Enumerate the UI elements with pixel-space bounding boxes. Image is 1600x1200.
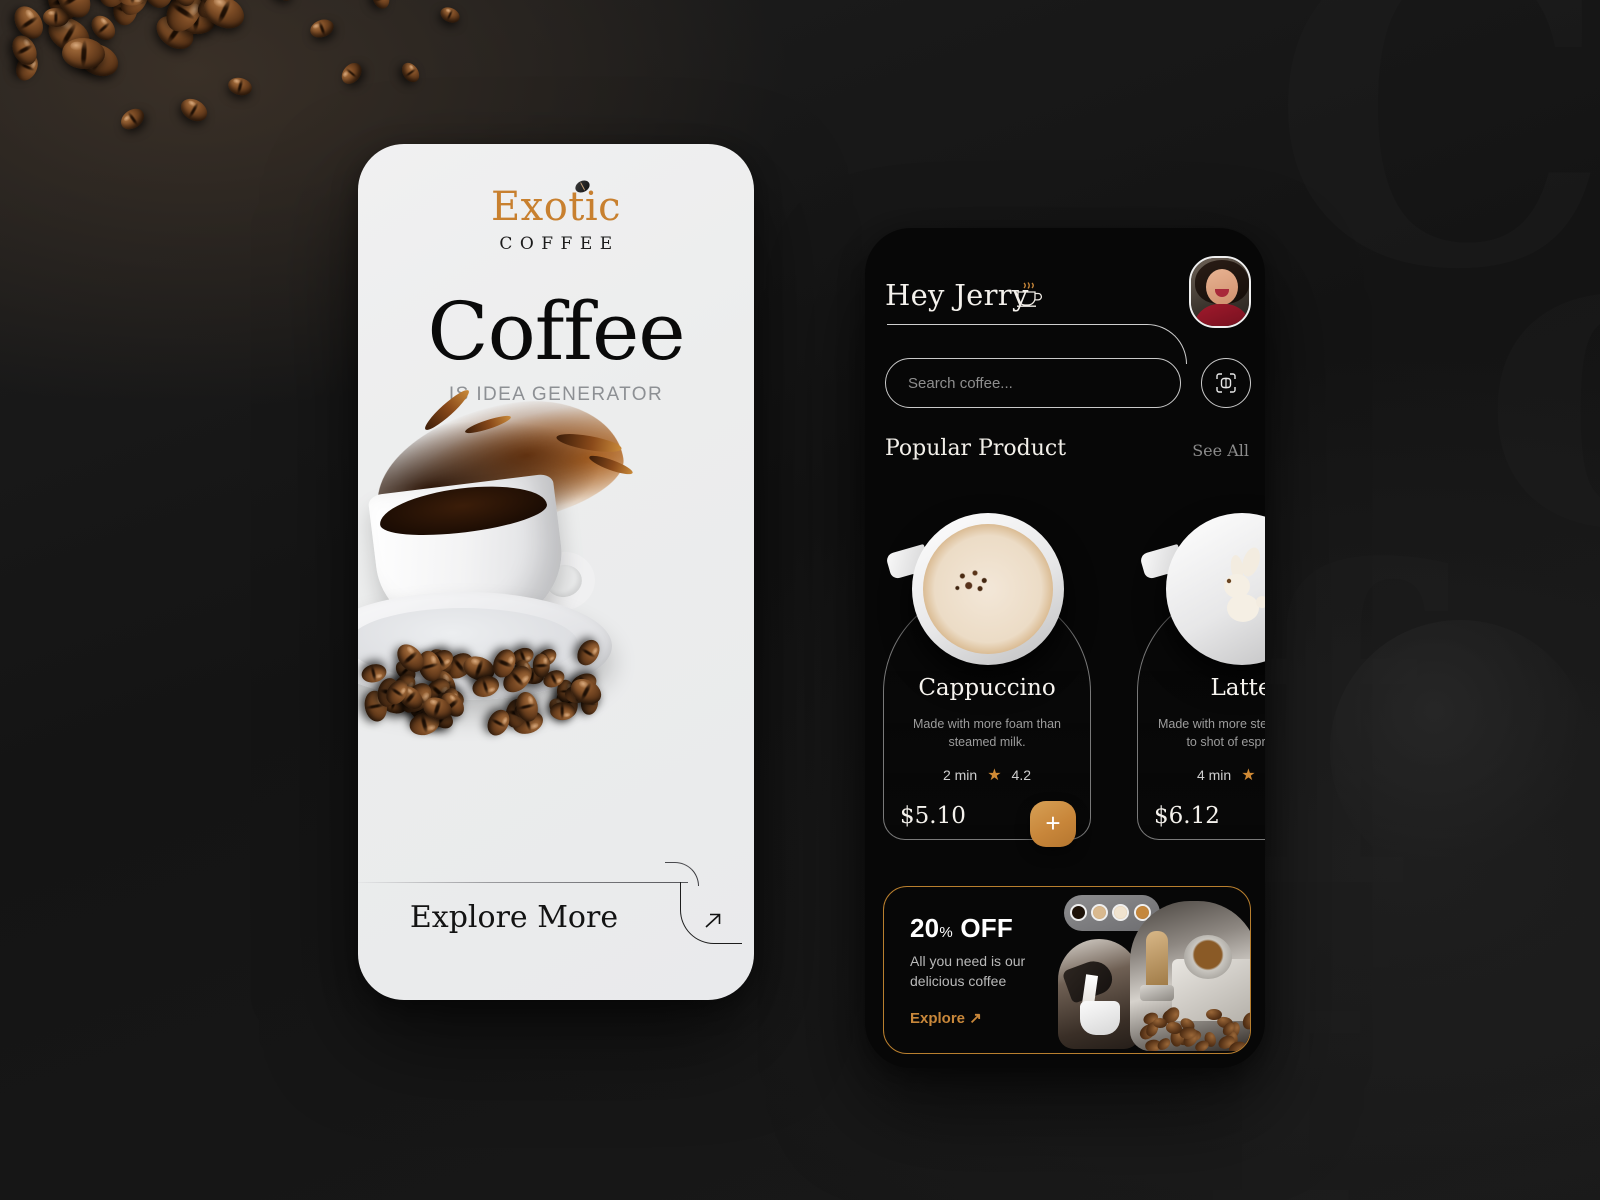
- scan-icon: [1214, 371, 1238, 395]
- search-input[interactable]: [908, 375, 1158, 392]
- search-field[interactable]: [885, 358, 1181, 408]
- product-name: Cappuccino: [884, 675, 1090, 701]
- portafilter: [1184, 935, 1232, 979]
- product-meta: 2 min ★ 4.2: [884, 765, 1090, 785]
- scattered-beans: [1138, 1003, 1251, 1049]
- product-price: $6.12: [1154, 803, 1220, 829]
- product-description: Made with more steamed milk to shot of e…: [1154, 715, 1265, 751]
- prep-time: 4 min: [1197, 767, 1231, 783]
- cup-foam: [923, 524, 1053, 654]
- promo-explore-link[interactable]: Explore ↗: [910, 1009, 982, 1027]
- bean-pile: [358, 614, 618, 734]
- product-name: Latte: [1138, 675, 1265, 701]
- coffee-bean: [177, 94, 211, 125]
- brand-logo: Exotic COFFEE: [358, 184, 754, 254]
- rating-value: 4.2: [1012, 767, 1031, 783]
- tamper: [1146, 931, 1168, 989]
- explore-more-label: Explore More: [358, 900, 670, 935]
- home-phone-screen: Hey Jerry Search coffee... Popular Produ…: [865, 228, 1265, 1068]
- product-card[interactable]: Cappuccino Made with more foam than stea…: [883, 588, 1091, 840]
- star-icon: ★: [987, 765, 1001, 785]
- product-meta: 4 min ★ 4.0: [1138, 765, 1265, 785]
- coffee-bean: [549, 701, 574, 719]
- latte-pour-photo: [1058, 939, 1140, 1049]
- discount-unit: %: [939, 924, 953, 941]
- add-to-cart-button[interactable]: +: [1030, 801, 1076, 847]
- coffee-splash-illustration: [358, 402, 738, 872]
- scan-button[interactable]: [1201, 358, 1251, 408]
- product-price: $5.10: [900, 803, 966, 829]
- product-footer: $6.12 +: [1154, 801, 1265, 847]
- coffee-bean: [267, 0, 299, 5]
- brand-subtitle: COFFEE: [358, 234, 754, 254]
- coffee-bean: [308, 16, 336, 40]
- promo-images: [1050, 887, 1250, 1054]
- onboarding-phone-screen: Exotic COFFEE Coffee IS IDEA GENERATOR E…: [358, 144, 754, 1000]
- user-avatar[interactable]: [1189, 256, 1251, 328]
- coffee-bean: [573, 636, 604, 669]
- promo-link-label: Explore: [910, 1010, 965, 1027]
- coffee-bean: [438, 4, 462, 25]
- hero-title: Coffee: [358, 292, 754, 372]
- coffee-cup-icon: [1013, 276, 1047, 310]
- mini-cup-icon: [1091, 904, 1108, 921]
- plus-icon: +: [1045, 810, 1060, 836]
- brand-name: Exotic: [491, 184, 621, 230]
- star-icon: ★: [1241, 765, 1255, 785]
- arrow-up-right-icon: ↗: [969, 1010, 982, 1027]
- coffee-bean: [338, 59, 365, 87]
- cappuccino-cup-top-view: [912, 513, 1064, 665]
- mini-cup-icon: [1070, 904, 1087, 921]
- latte-cup: [1080, 1001, 1120, 1035]
- divider: [358, 882, 688, 883]
- explore-more-cta[interactable]: Explore More: [358, 840, 754, 1000]
- rabbit-latte-art: [1207, 546, 1265, 632]
- avatar-face: [1206, 269, 1238, 305]
- product-list: Cappuccino Made with more foam than stea…: [883, 490, 1251, 840]
- coffee-bean: [1240, 1011, 1251, 1032]
- prep-time: 2 min: [943, 767, 977, 783]
- product-description: Made with more foam than steamed milk.: [900, 715, 1074, 751]
- discount-value: 20: [910, 913, 939, 943]
- promo-discount: 20% OFF: [910, 913, 1013, 944]
- latte-cup-rabbit-art-top-view: [1166, 513, 1265, 665]
- tamper-base: [1140, 985, 1174, 1001]
- coffee-bean: [117, 104, 148, 133]
- product-card[interactable]: Latte Made with more steamed milk to sho…: [1137, 588, 1265, 840]
- greeting-text: Hey Jerry: [885, 278, 1029, 312]
- promo-text: All you need is our delicious coffee: [910, 951, 1060, 992]
- product-footer: $5.10 +: [900, 801, 1076, 847]
- coffee-bean: [370, 0, 392, 11]
- coffee-bean: [398, 60, 422, 86]
- cocoa-dusting: [954, 567, 996, 597]
- brand-name-text: Exotic: [491, 184, 621, 230]
- section-header: Popular Product See All: [885, 436, 1249, 466]
- section-title: Popular Product: [885, 436, 1066, 461]
- coffee-bean: [226, 75, 254, 98]
- mini-cup-icon: [1112, 904, 1129, 921]
- promo-banner[interactable]: 20% OFF All you need is our delicious co…: [883, 886, 1251, 1054]
- see-all-link[interactable]: See All: [1192, 441, 1249, 460]
- espresso-machine-photo: [1130, 901, 1251, 1051]
- discount-word: OFF: [960, 913, 1013, 943]
- search-row: [885, 358, 1251, 408]
- arrow-up-right-icon[interactable]: [700, 908, 726, 934]
